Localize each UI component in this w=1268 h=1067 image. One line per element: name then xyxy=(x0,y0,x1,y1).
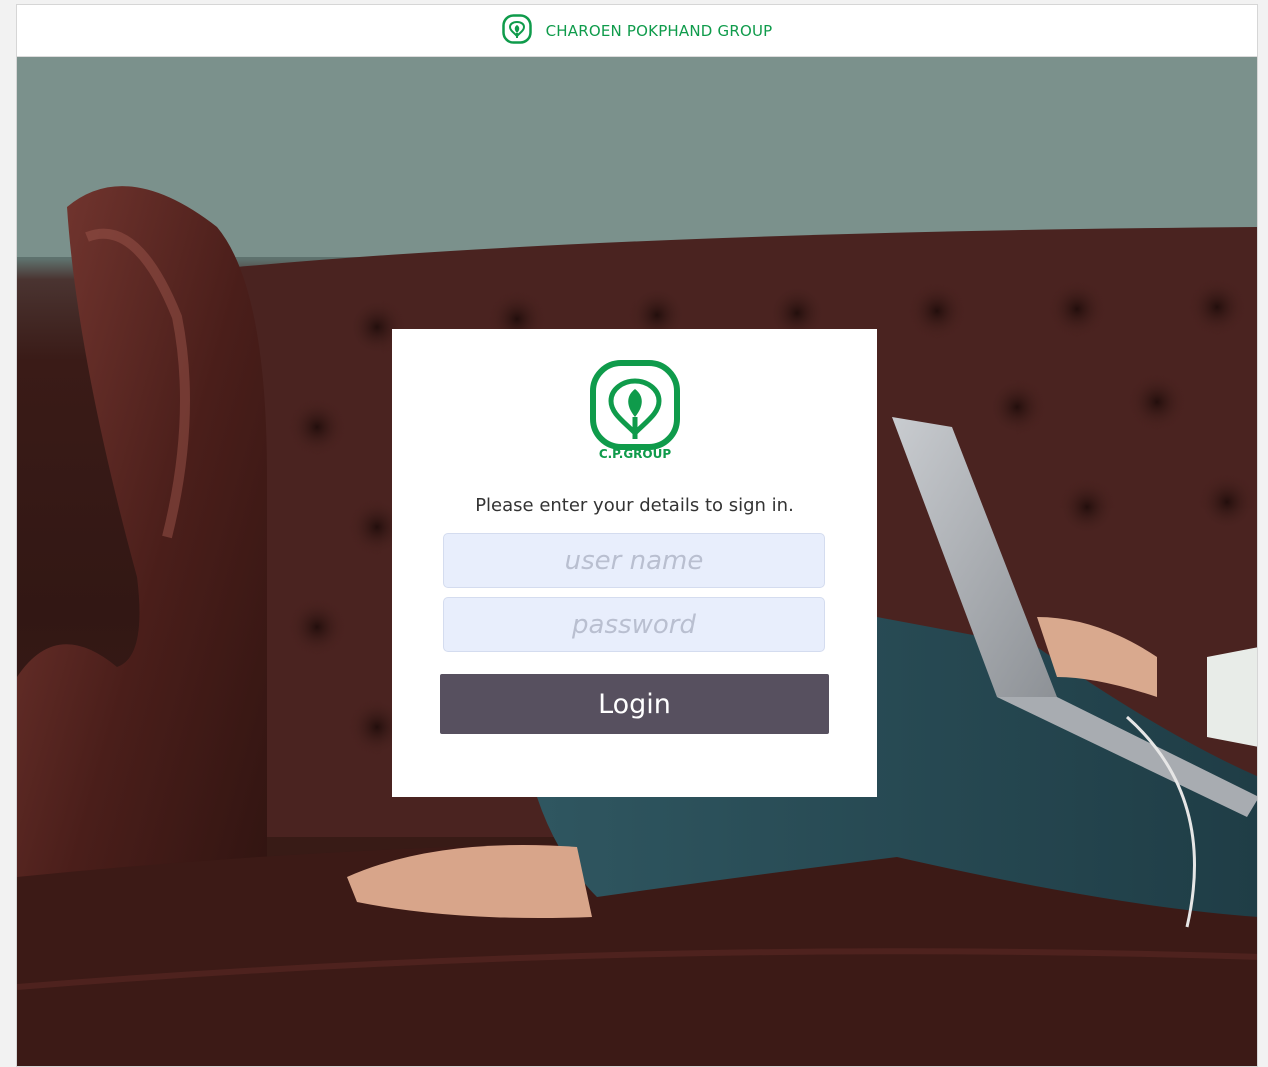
username-input[interactable] xyxy=(443,533,825,588)
logo-text: C.P.GROUP xyxy=(598,447,672,461)
login-button[interactable]: Login xyxy=(440,674,829,734)
password-input[interactable] xyxy=(443,597,825,652)
cp-group-logo-icon xyxy=(501,13,532,48)
brand-name: CHAROEN POKPHAND GROUP xyxy=(545,21,773,40)
cp-group-logo-icon: C.P.GROUP xyxy=(589,359,681,469)
login-card: C.P.GROUP Please enter your details to s… xyxy=(392,329,877,797)
sign-in-prompt: Please enter your details to sign in. xyxy=(475,495,794,516)
top-bar: CHAROEN POKPHAND GROUP xyxy=(17,5,1257,57)
browser-frame: CHAROEN POKPHAND GROUP C.P.GROUP Please … xyxy=(16,4,1258,1067)
